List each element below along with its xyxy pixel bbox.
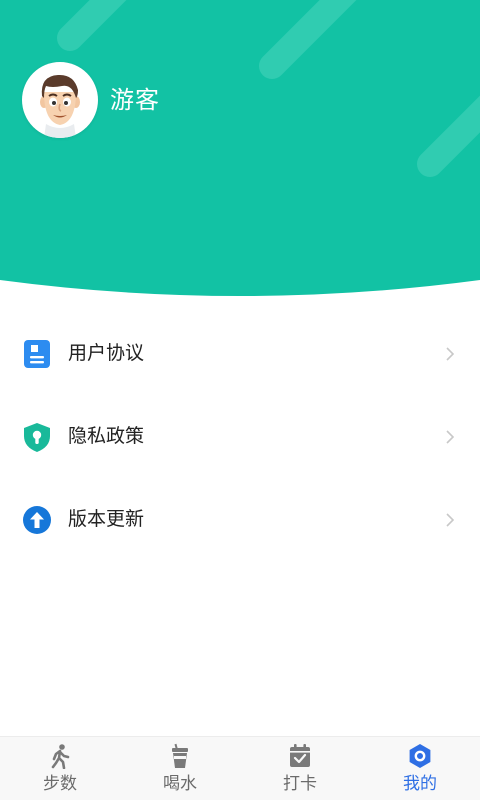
tab-label: 打卡 [283, 774, 317, 794]
chevron-right-icon [446, 347, 455, 361]
shield-lock-icon [24, 423, 50, 452]
menu-item-user-agreement[interactable]: 用户协议 [0, 312, 480, 395]
document-icon [24, 340, 50, 368]
tab-label: 我的 [403, 774, 437, 794]
walking-icon [51, 744, 70, 769]
tab-checkin[interactable]: 打卡 [240, 737, 360, 800]
menu-item-privacy-policy[interactable]: 隐私政策 [0, 395, 480, 478]
profile-header: 游客 [0, 0, 480, 300]
tab-label: 步数 [43, 774, 77, 794]
arrow-up-circle-icon [23, 506, 51, 534]
bottom-tab-bar: 步数 喝水 打卡 我的 [0, 736, 480, 800]
menu-item-label: 用户协议 [68, 342, 145, 364]
menu-item-label: 版本更新 [68, 508, 145, 530]
settings-menu: 用户协议 隐私政策 版本更新 [0, 312, 480, 561]
header-background [0, 0, 480, 296]
cup-icon [172, 743, 188, 768]
menu-item-version-update[interactable]: 版本更新 [0, 478, 480, 561]
tab-water[interactable]: 喝水 [120, 737, 240, 800]
avatar[interactable] [22, 62, 98, 138]
cartoon-man-avatar-icon [40, 74, 80, 138]
tab-steps[interactable]: 步数 [0, 737, 120, 800]
username: 游客 [110, 86, 160, 114]
calendar-check-icon [290, 744, 310, 767]
profile-page: 游客 用户协议 隐私政策 版本更新 步数 喝水 打卡 我的 [0, 0, 480, 800]
tab-label: 喝水 [163, 774, 197, 794]
menu-item-label: 隐私政策 [68, 425, 145, 447]
hexagon-user-icon [409, 744, 431, 768]
tab-mine[interactable]: 我的 [360, 737, 480, 800]
chevron-right-icon [446, 430, 455, 444]
chevron-right-icon [446, 513, 455, 527]
